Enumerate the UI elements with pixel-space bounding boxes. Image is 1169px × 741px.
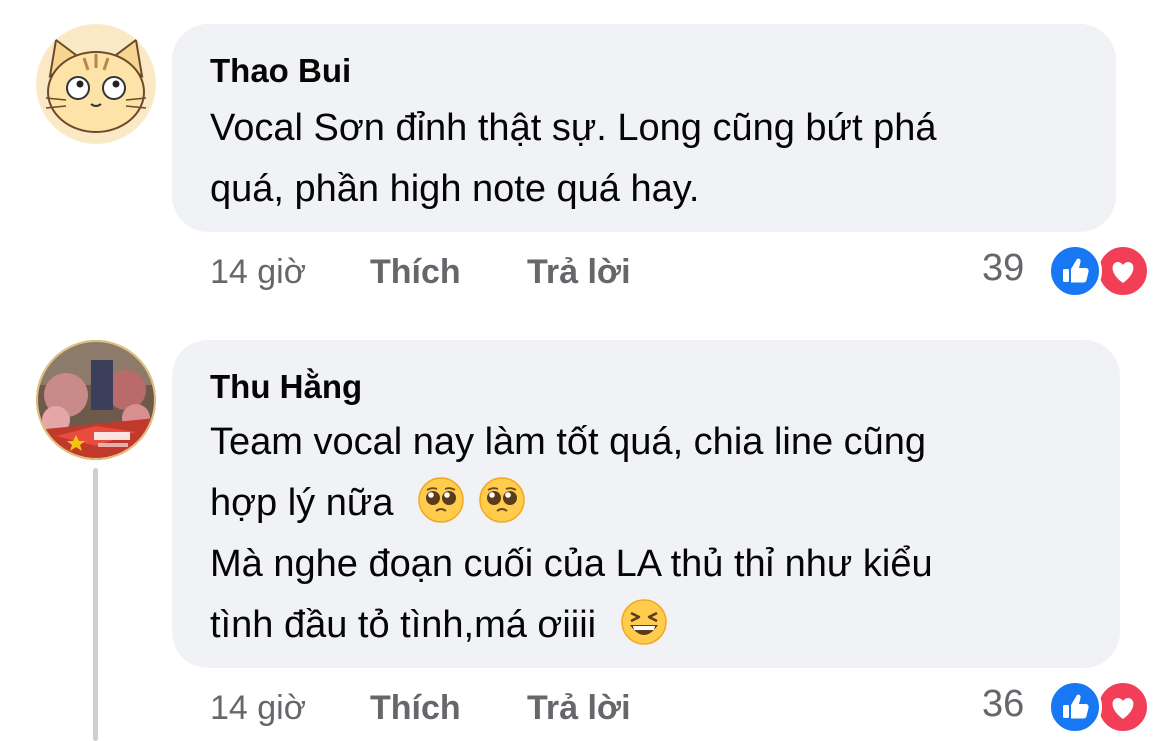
comment-line: Mà nghe đoạn cuối của LA thủ thỉ như kiể… [210, 543, 933, 585]
reaction-count[interactable]: 36 [982, 683, 1024, 726]
cat-face-avatar-icon [36, 24, 156, 144]
comment-line: Vocal Sơn đỉnh thật sự. Long cũng bứt ph… [210, 107, 937, 149]
love-reaction-icon[interactable] [1096, 680, 1150, 734]
thread-line [93, 468, 98, 741]
reply-button[interactable]: Trả lời [527, 689, 631, 728]
comment-line: quá, phần high note quá hay. [210, 168, 700, 210]
comment-line: hợp lý nữa [210, 482, 394, 524]
like-reaction-icon[interactable] [1048, 244, 1102, 298]
pleading-face-icon [418, 477, 464, 523]
comment-bubble: Thao Bui Vocal Sơn đỉnh thật sự. Long cũ… [172, 24, 1116, 232]
comment-time[interactable]: 14 giờ [210, 689, 306, 728]
comment-line: Team vocal nay làm tốt quá, chia line cũ… [210, 421, 927, 463]
pleading-face-icon [478, 477, 525, 523]
reply-button[interactable]: Trả lời [527, 253, 631, 292]
avatar[interactable] [36, 340, 156, 460]
comment-time[interactable]: 14 giờ [210, 253, 306, 292]
comment-author[interactable]: Thao Bui [210, 52, 351, 90]
comment-text: Team vocal nay làm tốt quá, chia line cũ… [210, 412, 933, 656]
grinning-squinting-face-icon [620, 599, 667, 645]
comment-bubble: Thu Hằng Team vocal nay làm tốt quá, chi… [172, 340, 1120, 668]
avatar[interactable] [36, 24, 156, 144]
comment-line: tình đầu tỏ tình,má ơiiii [210, 604, 597, 646]
love-reaction-icon[interactable] [1096, 244, 1150, 298]
like-button[interactable]: Thích [370, 689, 461, 728]
like-button[interactable]: Thích [370, 253, 461, 292]
like-reaction-icon[interactable] [1048, 680, 1102, 734]
reaction-count[interactable]: 39 [982, 247, 1024, 290]
comment-author[interactable]: Thu Hằng [210, 368, 362, 406]
photo-avatar-icon [36, 340, 156, 460]
comment-text: Vocal Sơn đỉnh thật sự. Long cũng bứt ph… [210, 98, 937, 220]
